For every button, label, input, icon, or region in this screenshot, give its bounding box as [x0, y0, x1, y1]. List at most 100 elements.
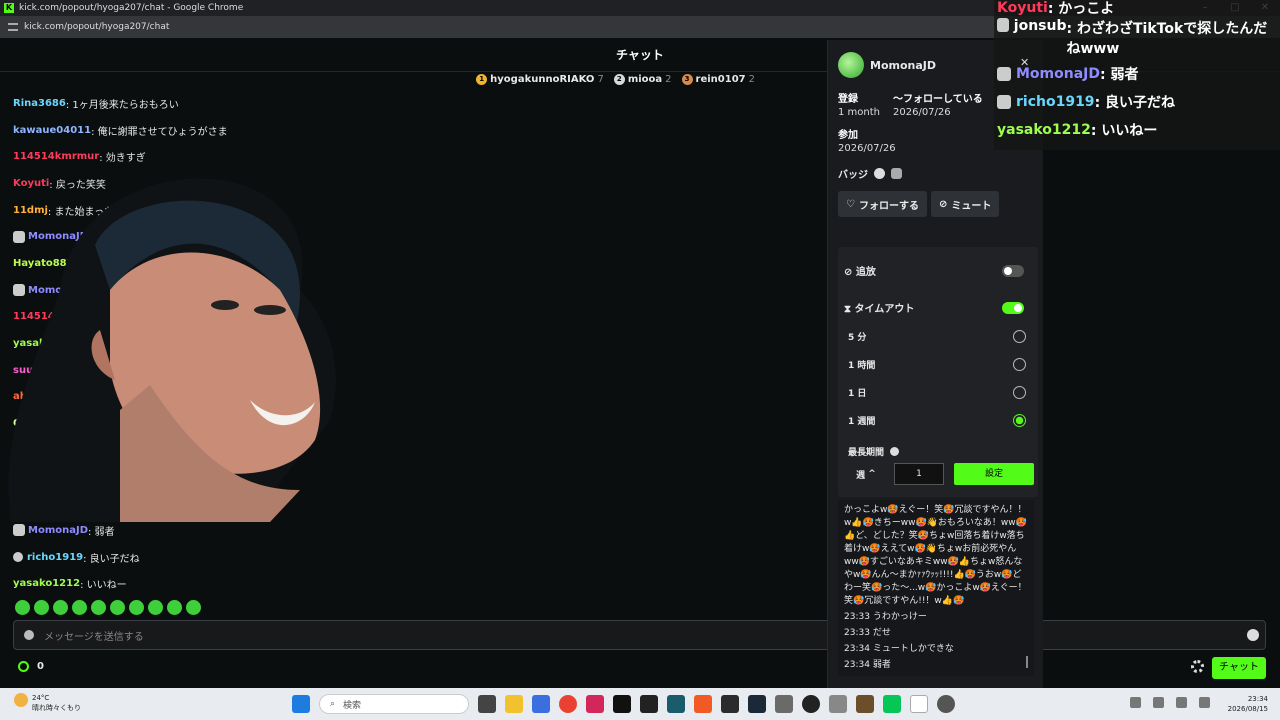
clock[interactable]: 23:34 2026/08/15: [1228, 694, 1268, 714]
overlay-message: jonsub : わざわざTikTokで探したんだねwww: [994, 16, 1280, 60]
radio-1d[interactable]: [1013, 386, 1026, 399]
leader-count: 2: [748, 74, 755, 85]
chat-username[interactable]: Rina3686: [13, 98, 66, 109]
history-scrollbar[interactable]: [1026, 656, 1028, 668]
app-icon[interactable]: [910, 695, 928, 713]
timeout-label: ⧗ タイムアウト: [844, 304, 915, 315]
tray-app-icon[interactable]: [1153, 697, 1164, 708]
url-text[interactable]: kick.com/popout/hyoga207/chat: [24, 22, 169, 32]
windows-start-icon[interactable]: [292, 695, 310, 713]
timeout-option-5m[interactable]: 5 分: [848, 330, 1026, 343]
user-card-username[interactable]: MomonaJD: [870, 59, 936, 72]
wifi-icon[interactable]: [1176, 697, 1187, 708]
history-time: 23:34: [844, 660, 870, 670]
overlay-username: Koyuti: [997, 0, 1048, 16]
badge-icon: [997, 95, 1011, 109]
task-view-icon[interactable]: [478, 695, 496, 713]
chat-username[interactable]: richo1919: [27, 552, 83, 563]
volume-icon[interactable]: [1199, 697, 1210, 708]
rank-badge-icon: 2: [613, 74, 625, 85]
history-line: 23:33 うわかっけー: [844, 611, 1028, 624]
app-icon[interactable]: [667, 695, 685, 713]
brave-icon[interactable]: [694, 695, 712, 713]
leader-count: 2: [665, 74, 672, 85]
chat-text: : 良い子だね: [83, 553, 140, 565]
steam-icon[interactable]: [748, 695, 766, 713]
chat-message: kawaue04011: 俺に謝罪させてひょうがさま: [13, 117, 793, 144]
emote-icon[interactable]: [167, 600, 182, 615]
emote-icon[interactable]: [53, 600, 68, 615]
emote-icon[interactable]: [34, 600, 49, 615]
duration-unit-select[interactable]: 週 ^: [848, 463, 884, 485]
channel-points[interactable]: 0: [18, 661, 44, 672]
history-message: ミュートしかできな: [872, 644, 954, 654]
timeout-option-1w[interactable]: 1 週間: [848, 414, 1026, 427]
site-settings-icon[interactable]: [8, 23, 18, 31]
emote-icon[interactable]: [91, 600, 106, 615]
kick-logo-icon: K: [4, 3, 14, 13]
badge-icon: [997, 67, 1011, 81]
chat-username[interactable]: yasako1212: [13, 578, 80, 589]
radio-1w[interactable]: [1013, 414, 1026, 427]
timeout-option-1h[interactable]: 1 時間: [848, 358, 1026, 371]
radio-1h[interactable]: [1013, 358, 1026, 371]
clock-date: 2026/08/15: [1227, 705, 1268, 713]
set-timeout-button[interactable]: 設定: [954, 463, 1034, 485]
timeout-row: ⧗ タイムアウト: [844, 300, 1024, 315]
app-icon[interactable]: [829, 695, 847, 713]
app-icon[interactable]: [532, 695, 550, 713]
line-icon[interactable]: [883, 695, 901, 713]
leader-name: miooa: [627, 74, 663, 85]
timeout-toggle[interactable]: [1002, 301, 1024, 314]
registered-value: 1 month: [838, 107, 880, 118]
kick-icon[interactable]: [721, 695, 739, 713]
app-icon[interactable]: [775, 695, 793, 713]
tray-chevron-icon[interactable]: [1130, 697, 1141, 708]
chat-username[interactable]: kawaue04011: [13, 125, 91, 136]
overlay-text: : いいねー: [1090, 123, 1158, 139]
mute-button[interactable]: ⊘ ミュート: [930, 191, 1000, 217]
close-icon[interactable]: ✕: [1020, 56, 1029, 69]
radio-5m[interactable]: [1013, 330, 1026, 343]
chat-text: : いいねー: [80, 580, 127, 592]
settings-icon[interactable]: [937, 695, 955, 713]
leader-2[interactable]: 2 miooa 2: [613, 74, 672, 85]
overlay-text: : かっこよ: [1047, 1, 1115, 17]
chat-input-placeholder[interactable]: メッセージを送信する: [44, 628, 144, 643]
chat-bottom-bar: 0 チャット: [0, 656, 1280, 680]
chrome-icon[interactable]: [559, 695, 577, 713]
file-explorer-icon[interactable]: [505, 695, 523, 713]
timeout-option-1d[interactable]: 1 日: [848, 386, 1026, 399]
send-chat-button[interactable]: チャット: [1212, 657, 1266, 679]
points-value: 0: [37, 661, 44, 672]
emote-icon[interactable]: [72, 600, 87, 615]
minecraft-icon[interactable]: [856, 695, 874, 713]
emote-icon[interactable]: [186, 600, 201, 615]
emote-icon[interactable]: [15, 600, 30, 615]
leader-1[interactable]: 1 hyogakunnoRIAKO 7: [476, 74, 604, 85]
follow-button[interactable]: ♡ フォローする: [838, 191, 927, 217]
shield-icon: [24, 630, 34, 640]
emote-icon[interactable]: [110, 600, 125, 615]
info-icon[interactable]: [890, 447, 900, 456]
duration-input[interactable]: 1: [894, 463, 944, 485]
app-icon[interactable]: [640, 695, 658, 713]
tiktok-icon[interactable]: [613, 695, 631, 713]
ban-toggle[interactable]: [1002, 264, 1024, 277]
overlay-message: MomonaJD : 弱者: [994, 60, 1280, 88]
emote-icon[interactable]: [129, 600, 144, 615]
chat-input[interactable]: メッセージを送信する: [13, 620, 1266, 650]
gear-icon[interactable]: [1191, 660, 1204, 673]
chat-username[interactable]: 114514kmrmur: [13, 151, 99, 162]
obs-icon[interactable]: [802, 695, 820, 713]
emote-icon[interactable]: [148, 600, 163, 615]
emoji-icon[interactable]: [1247, 629, 1259, 641]
follow-button-label: フォローする: [858, 200, 919, 212]
leader-3[interactable]: 3 rein0107 2: [681, 74, 755, 85]
weather-widget[interactable]: 24°C 晴れ時々くもり: [14, 693, 81, 713]
taskbar-search[interactable]: ⌕ 検索: [319, 694, 469, 714]
history-text: かっこよw🥵えぐー！笑🥵冗談ですやん！！w👍🥵きちーww🥵👋おもろいなあ！ww🥵…: [844, 505, 1027, 606]
app-icon[interactable]: [586, 695, 604, 713]
chat-username[interactable]: MomonaJD: [28, 525, 88, 536]
moderator-badge-icon: [13, 524, 25, 537]
